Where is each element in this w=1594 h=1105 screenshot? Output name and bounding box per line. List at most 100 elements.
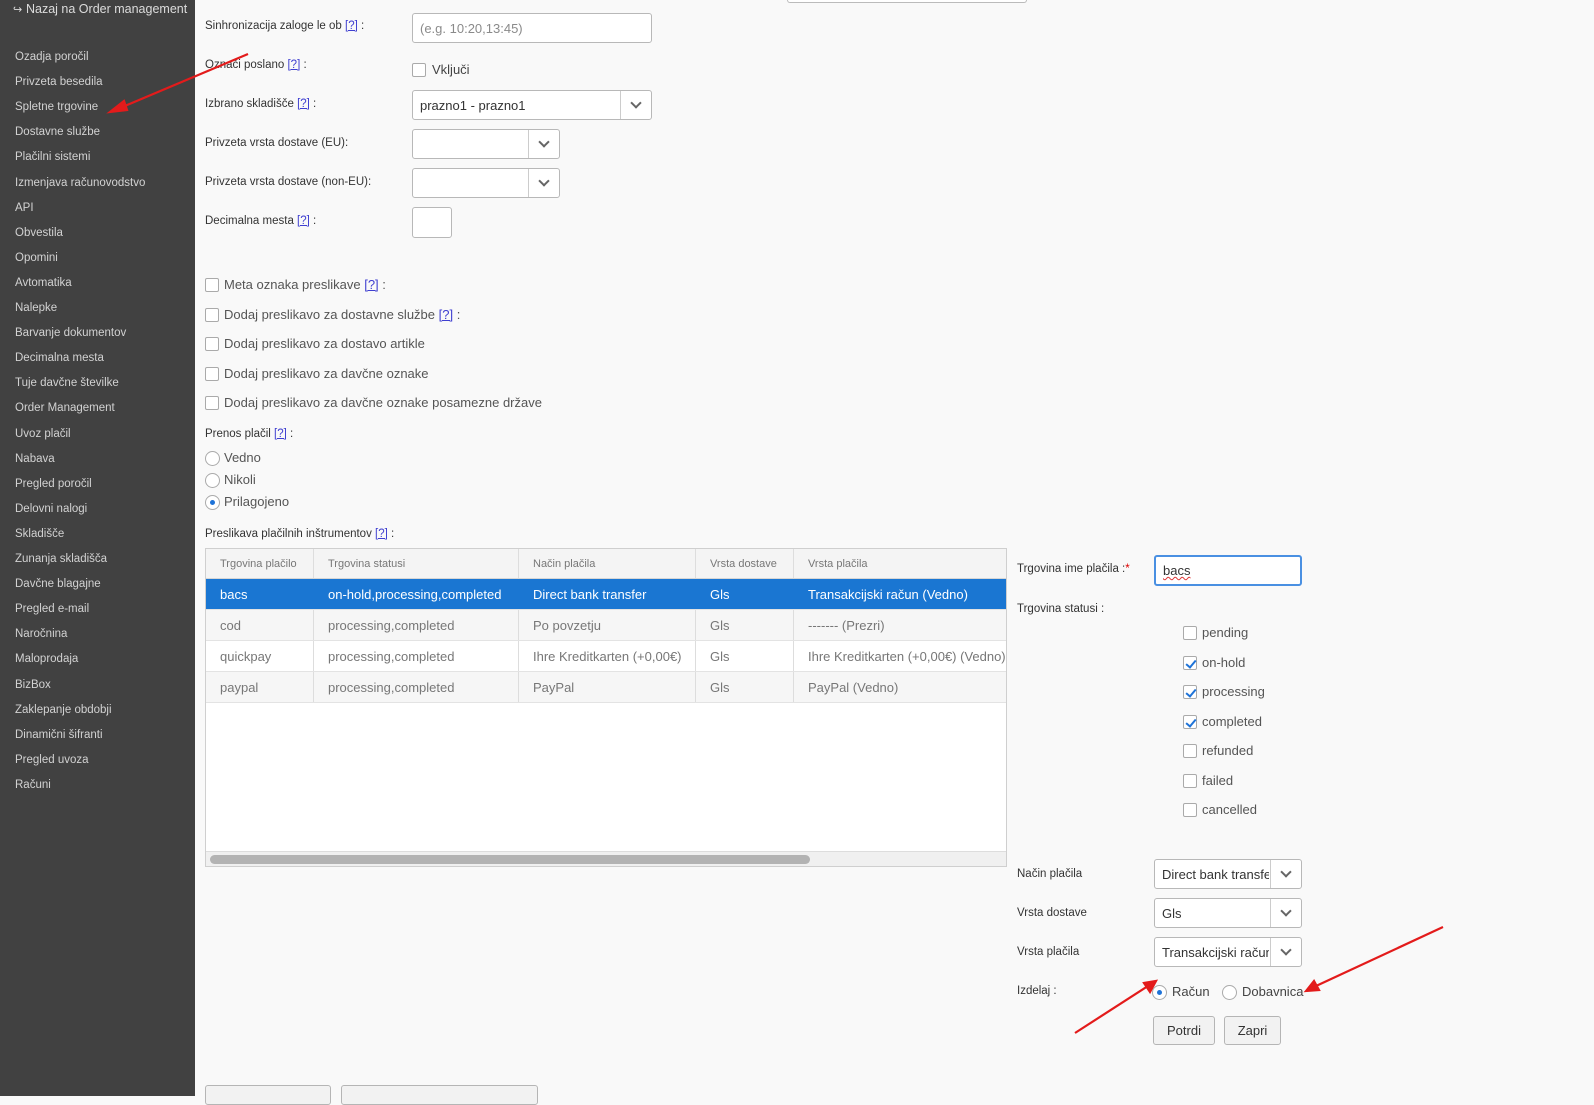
table-row[interactable]: bacs on-hold,processing,completed Direct b…: [206, 579, 1006, 610]
help-link[interactable]: [?]: [364, 277, 378, 292]
payment-transfer-radio[interactable]: [205, 495, 220, 510]
payment-transfer-radio[interactable]: [205, 473, 220, 488]
mapping-option-checkbox[interactable]: [205, 307, 219, 322]
sidebar-item[interactable]: Dostavne službe: [15, 126, 100, 138]
close-button[interactable]: Zapri: [1224, 1016, 1281, 1045]
sidebar-item[interactable]: Nalepke: [15, 302, 57, 314]
sidebar-item[interactable]: Pregled e-mail: [15, 603, 89, 615]
mark-sent-label: Označi poslano [?] :: [205, 59, 307, 71]
mapping-option-checkbox[interactable]: [205, 278, 219, 292]
produce-invoice-radio[interactable]: [1152, 985, 1167, 1000]
chevron-down-icon[interactable]: [1270, 938, 1301, 966]
help-link[interactable]: [?]: [297, 215, 310, 227]
help-link[interactable]: [?]: [439, 307, 453, 322]
help-link[interactable]: [?]: [297, 98, 310, 110]
horizontal-scrollbar[interactable]: [206, 851, 1006, 866]
status-checkbox-processing[interactable]: [1183, 685, 1197, 699]
chevron-down-icon[interactable]: [1270, 860, 1301, 888]
confirm-button[interactable]: Potrdi: [1153, 1016, 1215, 1045]
table-row[interactable]: paypal processing,completed PayPal Gls PayPa…: [206, 672, 1006, 703]
column-header[interactable]: Vrsta dostave: [696, 549, 794, 578]
status-checkbox-completed[interactable]: [1183, 714, 1197, 729]
table-cell: cod: [206, 610, 314, 640]
chevron-down-icon[interactable]: [528, 169, 559, 197]
status-checkbox-refunded[interactable]: [1183, 744, 1197, 758]
sync-times-input[interactable]: (e.g. 10:20,13:45): [412, 13, 652, 43]
mapping-option-checkbox[interactable]: [205, 337, 219, 351]
sidebar-item[interactable]: Opomini: [15, 252, 58, 264]
table-cell: Gls: [696, 672, 794, 702]
chevron-down-icon[interactable]: [1270, 899, 1301, 927]
produce-delivery-note-radio[interactable]: [1222, 985, 1237, 1000]
bottom-button-partial[interactable]: [341, 1085, 538, 1105]
status-checkbox-on-hold[interactable]: [1183, 655, 1197, 670]
decimals-input[interactable]: [412, 207, 452, 238]
bottom-button-partial[interactable]: [205, 1085, 331, 1105]
shop-payment-name-input[interactable]: bacs: [1154, 555, 1302, 586]
sidebar-item[interactable]: Računi: [15, 779, 51, 791]
column-header[interactable]: Trgovina statusi: [314, 549, 519, 578]
warehouse-select[interactable]: prazno1 - prazno1: [412, 90, 652, 120]
mark-sent-checkbox[interactable]: [412, 63, 426, 77]
status-checkbox-cancelled[interactable]: [1183, 803, 1197, 817]
column-header[interactable]: Vrsta plačila: [794, 549, 1006, 578]
sidebar-item[interactable]: Order Management: [15, 402, 115, 414]
help-link[interactable]: [?]: [375, 528, 388, 540]
sidebar-item[interactable]: Spletne trgovine: [15, 101, 98, 113]
sidebar-item[interactable]: Nabava: [15, 453, 55, 465]
delivery-type-select[interactable]: Gls: [1154, 898, 1302, 928]
default-shipping-noneu-select[interactable]: [412, 168, 560, 198]
sidebar-item[interactable]: Zunanja skladišča: [15, 553, 107, 565]
sidebar-item[interactable]: Zaklepanje obdobji: [15, 704, 112, 716]
sidebar-item[interactable]: Skladišče: [15, 528, 64, 540]
table-row[interactable]: cod processing,completed Po povzetju Gls ---…: [206, 610, 1006, 641]
help-link[interactable]: [?]: [287, 59, 300, 71]
sidebar-item[interactable]: Avtomatika: [15, 277, 72, 289]
sign-out-icon: ↪: [13, 4, 23, 16]
status-checkbox-pending[interactable]: [1183, 626, 1197, 640]
help-link[interactable]: [?]: [274, 428, 287, 440]
sidebar-item[interactable]: Maloprodaja: [15, 653, 78, 665]
table-cell: bacs: [206, 579, 314, 609]
table-cell: Transakcijski račun (Vedno): [794, 579, 1006, 609]
sidebar-item[interactable]: Pregled poročil: [15, 478, 92, 490]
status-label: completed: [1202, 713, 1262, 729]
sidebar-item[interactable]: Obvestila: [15, 227, 63, 239]
default-shipping-eu-select[interactable]: [412, 129, 560, 159]
scrollbar-thumb[interactable]: [210, 855, 810, 864]
sidebar-item[interactable]: Pregled uvoza: [15, 754, 89, 766]
table-row[interactable]: quickpay processing,completed Ihre Kreditk…: [206, 641, 1006, 672]
mapping-option-checkbox[interactable]: [205, 396, 219, 410]
chevron-down-icon[interactable]: [620, 91, 651, 119]
sidebar-item[interactable]: Dinamični šifranti: [15, 729, 103, 741]
sidebar-item[interactable]: Barvanje dokumentov: [15, 327, 126, 339]
sidebar-item[interactable]: Tuje davčne številke: [15, 377, 119, 389]
status-label: cancelled: [1202, 802, 1257, 817]
sidebar-item[interactable]: Delovni nalogi: [15, 503, 87, 515]
sidebar-item[interactable]: Davčne blagajne: [15, 578, 101, 590]
sidebar-item[interactable]: Ozadja poročil: [15, 51, 89, 63]
payment-transfer-radio[interactable]: [205, 451, 220, 466]
status-checkbox-failed[interactable]: [1183, 773, 1197, 788]
sidebar-item[interactable]: Plačilni sistemi: [15, 151, 90, 163]
sidebar-item[interactable]: Decimalna mesta: [15, 352, 104, 364]
mapping-option-checkbox[interactable]: [205, 366, 219, 381]
back-to-order-management-link[interactable]: ↪ Nazaj na Order management: [13, 2, 187, 16]
sidebar-item[interactable]: Izmenjava računovodstvo: [15, 177, 145, 189]
sidebar-item[interactable]: BizBox: [15, 679, 51, 691]
chevron-down-icon[interactable]: [528, 130, 559, 158]
payment-method-select[interactable]: Direct bank transfer: [1154, 859, 1302, 889]
status-label: on-hold: [1202, 654, 1246, 670]
sidebar-item[interactable]: Naročnina: [15, 628, 67, 640]
column-header[interactable]: Način plačila: [519, 549, 696, 578]
sidebar-item[interactable]: Uvoz plačil: [15, 428, 71, 440]
column-header[interactable]: Trgovina plačilo: [206, 549, 314, 578]
partial-select-top[interactable]: [787, 0, 1027, 3]
sidebar-item[interactable]: API: [15, 202, 34, 214]
help-link[interactable]: [?]: [345, 20, 358, 32]
status-label: refunded: [1202, 743, 1254, 758]
sidebar-item[interactable]: Privzeta besedila: [15, 76, 103, 88]
payment-transfer-option-label: Prilagojeno: [224, 494, 290, 509]
mapping-label: Preslikava plačilnih inštrumentov [?] :: [205, 528, 395, 540]
payment-type-select[interactable]: Transakcijski račun: [1154, 937, 1302, 967]
